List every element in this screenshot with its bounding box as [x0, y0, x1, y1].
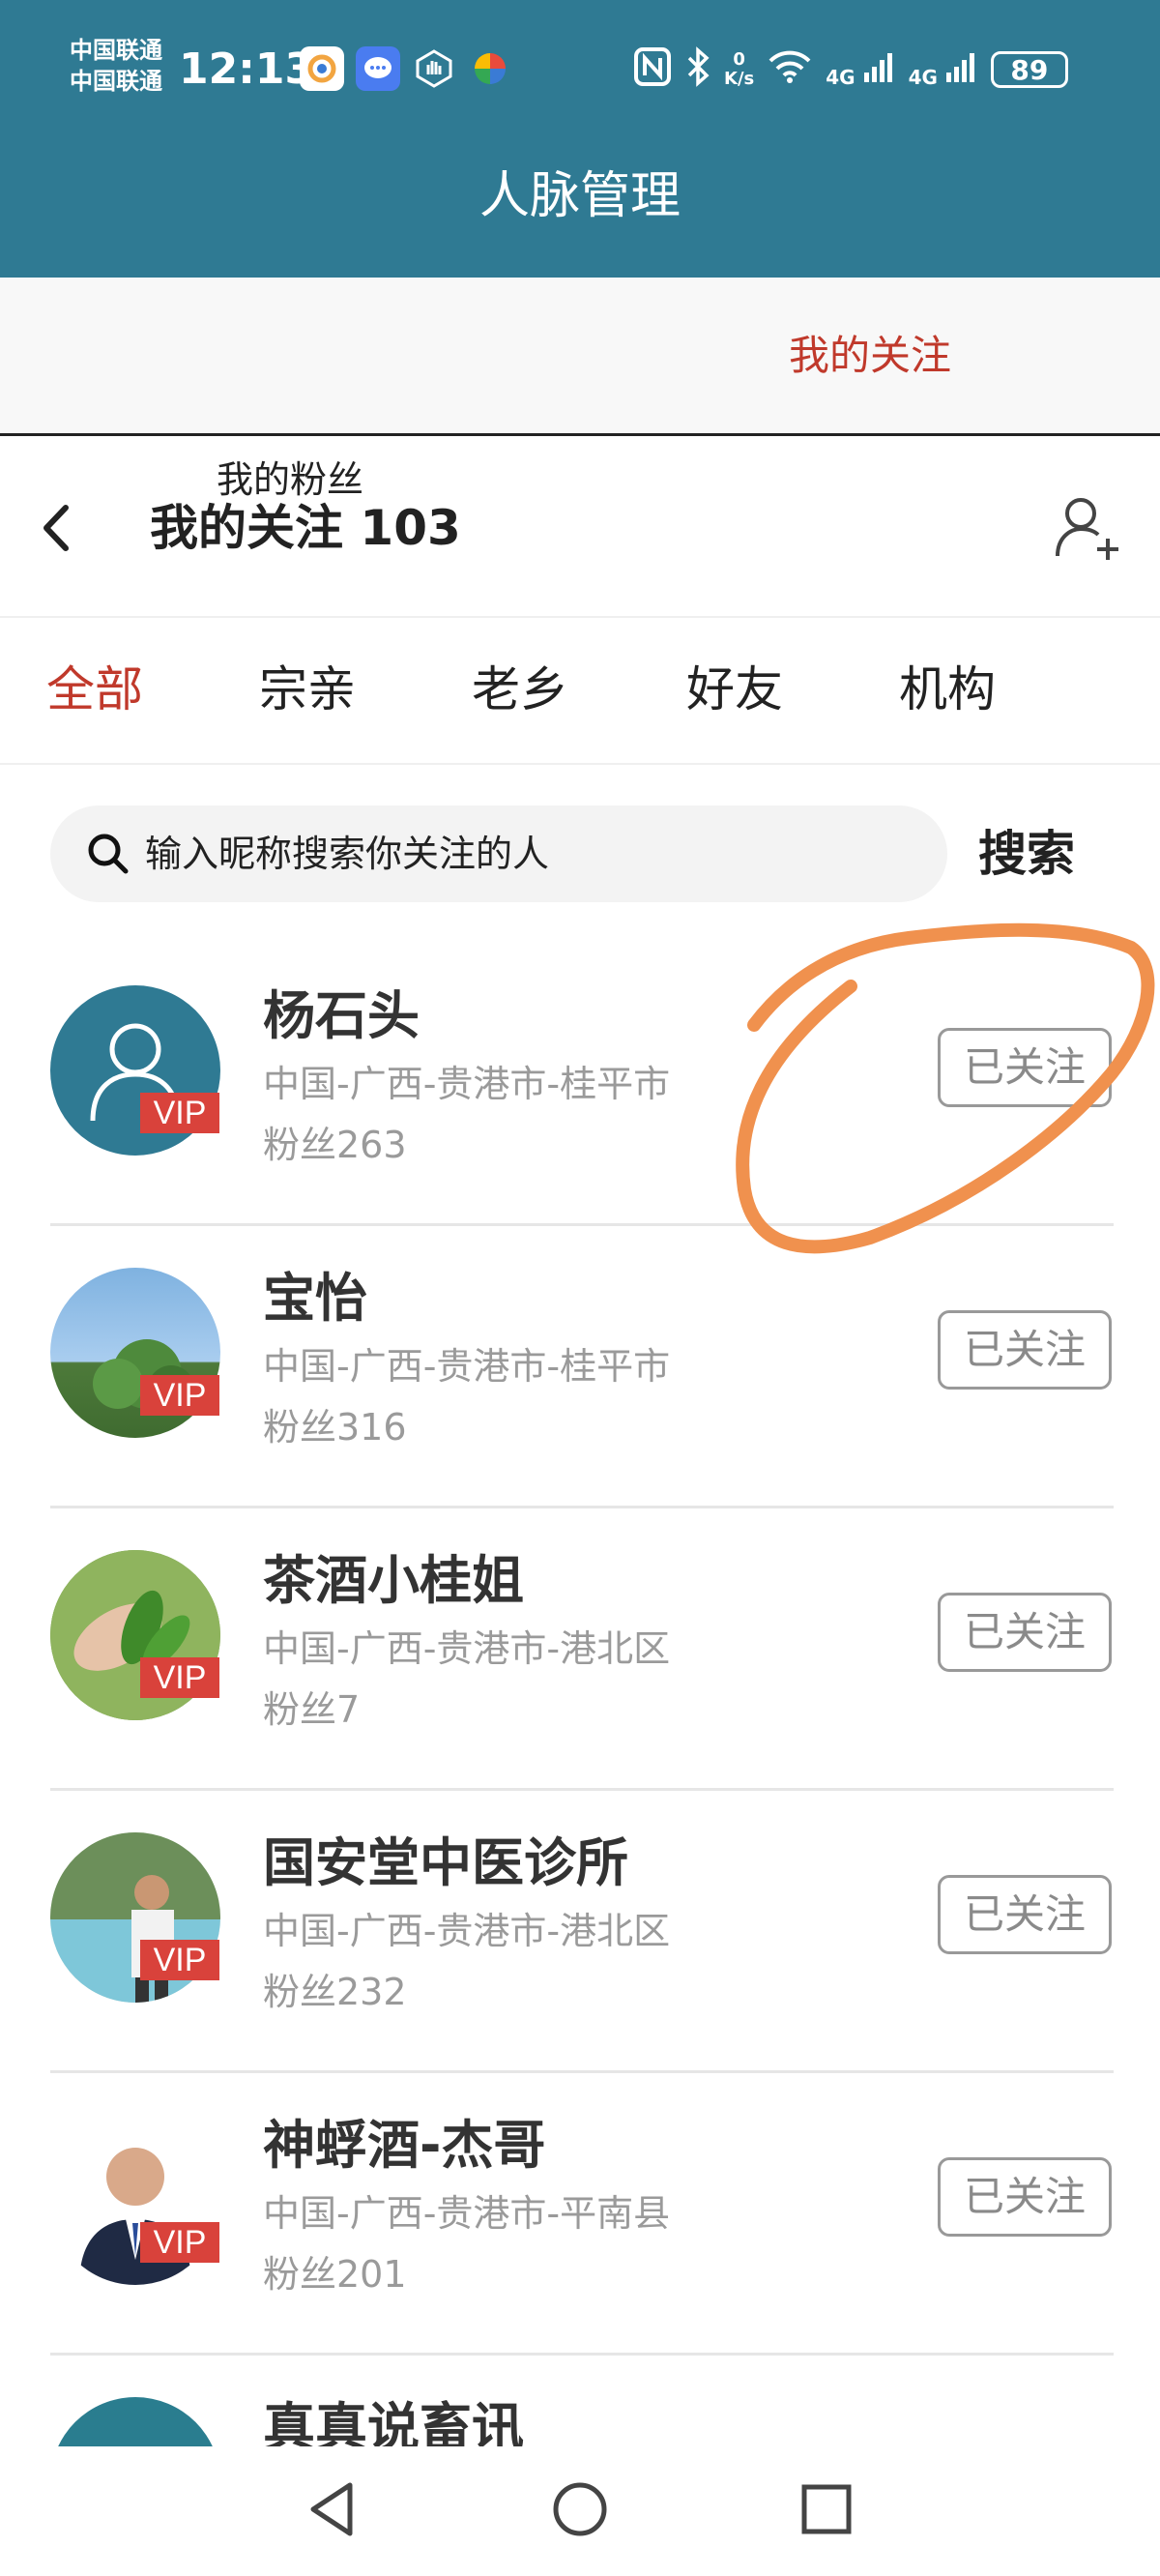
hand-app-icon	[412, 46, 456, 91]
browser-app-icon	[300, 46, 344, 91]
page-title: 人脉管理	[478, 167, 681, 225]
carrier-label-1: 中国联通	[70, 37, 162, 64]
vip-badge: VIP	[140, 1940, 219, 1980]
list-item[interactable]: 真真说畜讯	[0, 2355, 1160, 2446]
vip-badge: VIP	[140, 1093, 219, 1133]
user-name: 真真说畜讯	[263, 2397, 524, 2446]
tab-my-following[interactable]: 我的关注	[580, 278, 1160, 433]
user-fans-count: 粉丝316	[263, 1406, 407, 1449]
nav-back-icon[interactable]	[300, 2475, 367, 2543]
user-name: 杨石头	[263, 985, 420, 1046]
category-filter-tabs: 全部 宗亲 老乡 好友 机构	[0, 618, 1160, 765]
wifi-icon	[768, 49, 812, 90]
following-count-title: 我的关注 103	[150, 500, 461, 556]
user-location: 中国-广西-贵港市-平南县	[263, 2192, 671, 2235]
filter-tab-all[interactable]: 全部	[46, 655, 143, 724]
user-name: 茶酒小桂姐	[263, 1550, 524, 1611]
filter-tab-friends[interactable]: 好友	[686, 655, 783, 724]
sub-header: 我的关注 103	[0, 436, 1160, 618]
nav-home-icon[interactable]	[546, 2475, 614, 2543]
filter-tab-clan[interactable]: 宗亲	[259, 655, 356, 724]
clock: 12:13	[179, 44, 315, 94]
notification-icons	[300, 46, 512, 93]
battery-indicator: 89	[990, 51, 1068, 88]
list-item[interactable]: VIP 国安堂中医诊所 中国-广西-贵港市-港北区 粉丝232 已关注	[0, 1790, 1160, 2073]
battery-level: 89	[1010, 53, 1049, 86]
hand-drawn-circle-annotation	[736, 922, 1155, 1254]
user-fans-count: 粉丝7	[263, 1688, 361, 1731]
signal-bars-icon	[945, 52, 974, 82]
list-item[interactable]: VIP 神蜉酒-杰哥 中国-广西-贵港市-平南县 粉丝201 已关注	[0, 2072, 1160, 2356]
user-name: 神蜉酒-杰哥	[263, 2115, 546, 2176]
net-speed-value: 0	[733, 49, 745, 70]
vip-badge: VIP	[140, 1657, 219, 1698]
user-location: 中国-广西-贵港市-桂平市	[263, 1063, 671, 1105]
search-bar	[50, 805, 947, 902]
followed-button[interactable]: 已关注	[938, 1875, 1112, 1954]
carrier-label-2: 中国联通	[70, 68, 162, 95]
vip-badge: VIP	[140, 2222, 219, 2263]
search-input[interactable]	[145, 819, 918, 889]
colorful-app-icon	[468, 46, 512, 91]
net-speed-unit: K/s	[724, 69, 755, 89]
carrier-info: 中国联通 中国联通	[70, 35, 186, 97]
system-navigation-bar	[0, 2446, 1160, 2576]
user-name: 宝怡	[263, 1268, 367, 1329]
avatar[interactable]	[50, 2397, 220, 2446]
signal-2: 4G	[909, 51, 977, 89]
search-icon	[85, 831, 131, 877]
user-fans-count: 粉丝263	[263, 1124, 407, 1166]
user-location: 中国-广西-贵港市-港北区	[263, 1910, 671, 1952]
bluetooth-icon	[685, 46, 710, 93]
user-name: 国安堂中医诊所	[263, 1832, 628, 1893]
list-item[interactable]: VIP 茶酒小桂姐 中国-广西-贵港市-港北区 粉丝7 已关注	[0, 1508, 1160, 1791]
followed-button[interactable]: 已关注	[938, 1310, 1112, 1390]
vip-badge: VIP	[140, 1375, 219, 1416]
user-location: 中国-广西-贵港市-桂平市	[263, 1345, 671, 1388]
filter-tab-hometown[interactable]: 老乡	[472, 655, 568, 724]
net-speed: 0 K/s	[724, 50, 754, 89]
search-button[interactable]: 搜索	[978, 820, 1075, 888]
filter-tab-organizations[interactable]: 机构	[899, 655, 996, 724]
signal-2-label: 4G	[908, 65, 938, 89]
add-user-icon[interactable]	[1054, 494, 1121, 564]
signal-1-label: 4G	[826, 65, 856, 89]
back-arrow-icon[interactable]	[35, 494, 83, 562]
signal-1: 4G	[826, 51, 894, 89]
user-fans-count: 粉丝201	[263, 2253, 407, 2296]
message-app-icon	[356, 46, 400, 91]
followed-button[interactable]: 已关注	[938, 1593, 1112, 1672]
user-fans-count: 粉丝232	[263, 1971, 407, 2013]
user-location: 中国-广西-贵港市-港北区	[263, 1627, 671, 1670]
app-header: 中国联通 中国联通 12:13 0 K/s 4G 4G 89 人脉管理	[0, 0, 1160, 278]
signal-bars-icon	[863, 52, 892, 82]
system-status-icons: 0 K/s 4G 4G 89	[633, 43, 1068, 97]
nav-recents-icon[interactable]	[793, 2475, 860, 2543]
followed-button[interactable]: 已关注	[938, 2157, 1112, 2237]
main-tabs: 我的粉丝 我的关注	[0, 278, 1160, 501]
nfc-icon	[633, 46, 672, 93]
